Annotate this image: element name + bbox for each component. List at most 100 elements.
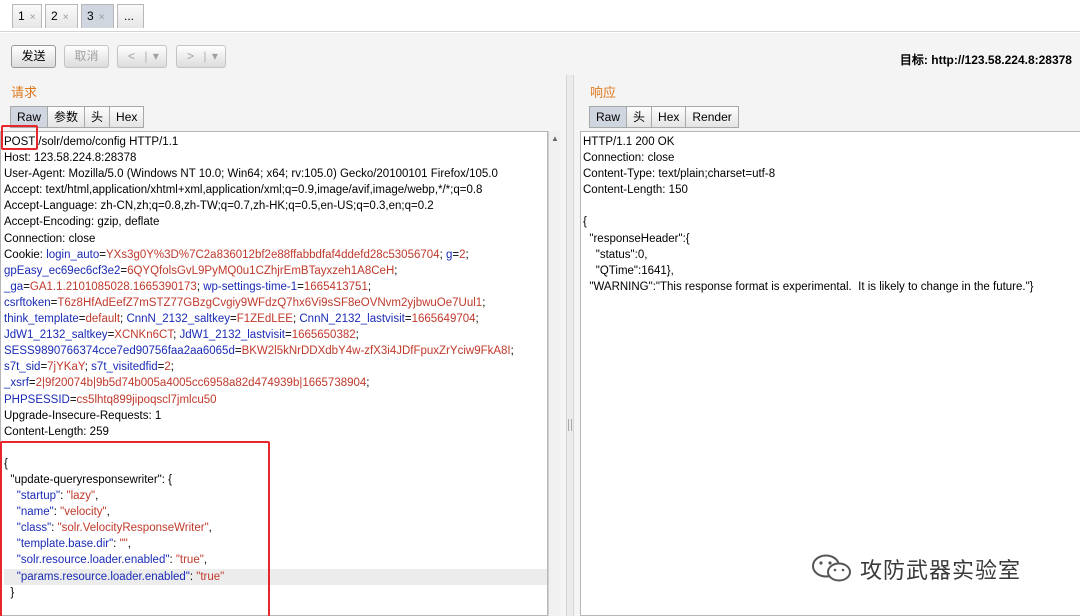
code-line: csrftoken=T6z8HfAdEefZ7mSTZ77GBzgCvgiy9W… [4, 295, 547, 311]
code-line: POST /solr/demo/config HTTP/1.1 [4, 134, 547, 150]
body-highlight-box [0, 441, 270, 616]
param-name: JdW1_2132_saltkey [4, 329, 108, 342]
code-text: ; [465, 248, 469, 261]
code-text: Host: 123.58.224.8:28378 [4, 152, 137, 165]
param-name: think_template [4, 313, 79, 326]
param-value: F1ZEdLEE [236, 313, 293, 326]
param-value: cs5lhtq899jipoqscl7jmlcu50 [76, 393, 217, 406]
param-value: XCNKn6CT [114, 329, 174, 342]
code-text: ; [366, 377, 370, 390]
code-text: ; [170, 361, 174, 374]
code-line: _xsrf=2|9f20074b|9b5d74b005a4005cc6958a8… [4, 375, 547, 391]
scroll-up-icon[interactable]: ▲ [551, 134, 559, 143]
code-text: ; [475, 313, 479, 326]
param-name: _ga [4, 280, 24, 293]
response-panel: 响应 Raw 头 Hex Render HTTP/1.1 200 OK Conne… [574, 75, 1080, 616]
code-line: Accept-Language: zh-CN,zh;q=0.8,zh-TW;q=… [4, 198, 547, 214]
divider-grip-icon[interactable] [568, 419, 572, 431]
code-text: = [78, 313, 86, 326]
code-line: Cookie: login_auto=YXs3g0Y%3D%7C2a836012… [4, 247, 547, 263]
code-line: Connection: close [4, 231, 547, 247]
send-button[interactable]: 发送 [11, 45, 56, 68]
param-value: 1665649704 [411, 313, 476, 326]
code-line: Host: 123.58.224.8:28378 [4, 150, 547, 166]
code-text: { [583, 216, 587, 229]
param-value: 1665650382 [291, 329, 356, 342]
toolbar: 发送 取消 < | ▾ > | ▾ 目标: http://123.58.224.… [0, 33, 1080, 75]
forward-button[interactable]: > | ▾ [176, 45, 226, 68]
code-line: "WARNING":"This response format is exper… [583, 279, 1080, 295]
code-text: "WARNING":"This response format is exper… [583, 280, 1034, 293]
tab-1-close-icon[interactable]: × [30, 12, 36, 23]
back-button[interactable]: < | ▾ [117, 45, 167, 68]
wechat-icon [812, 554, 851, 582]
code-text: = [28, 377, 36, 390]
tab-2-close-icon[interactable]: × [63, 12, 69, 23]
tab-more[interactable]: ... [117, 4, 144, 28]
param-name: CnnN_2132_lastvisit [299, 313, 405, 326]
response-tab-hex[interactable]: Hex [651, 106, 687, 128]
code-line: Content-Length: 150 [583, 182, 1080, 198]
param-value: GA1.1.2101085028.1665390173 [29, 280, 197, 293]
param-name: _xsrf [4, 377, 29, 390]
code-text: "QTime":1641}, [583, 264, 674, 277]
forward-arrow-icon: > [187, 49, 195, 63]
code-line: Content-Length: 259 [4, 424, 547, 440]
code-text: "status":0, [583, 248, 648, 261]
code-text: ; [367, 280, 372, 293]
cancel-button[interactable]: 取消 [64, 45, 109, 68]
tab-3-label: 3 [87, 9, 94, 23]
request-title: 请求 [11, 85, 38, 100]
code-line: JdW1_2132_saltkey = XCNKn6CT; JdW1_2132_la… [4, 327, 547, 343]
request-tab-hex[interactable]: Hex [109, 106, 145, 128]
response-tab-headers[interactable]: 头 [626, 106, 653, 128]
code-text: User-Agent: Mozilla/5.0 (Windows NT 10.0… [4, 168, 498, 181]
code-text: Content-Length: 150 [583, 184, 688, 197]
code-text: = [234, 345, 242, 358]
param-value: 7jYKaY [47, 361, 85, 374]
panel-divider[interactable] [566, 75, 574, 616]
request-tab-headers[interactable]: 头 [84, 106, 111, 128]
param-name: csrftoken [4, 296, 51, 309]
back-arrow-icon: < [128, 49, 136, 63]
code-text: = [404, 313, 412, 326]
response-editor[interactable]: HTTP/1.1 200 OK Connection: close Content-… [580, 131, 1080, 616]
code-text: Connection: close [583, 152, 675, 165]
tab-2[interactable]: 2 × [45, 4, 78, 28]
code-text: HTTP/1.1 200 OK [583, 136, 675, 148]
code-line: User-Agent: Mozilla/5.0 (Windows NT 10.0… [4, 166, 547, 182]
param-value: BKW2l5kNrDDXdbY4w-zfX3i4JDfFpuxZrYciw9Fk… [241, 345, 511, 358]
code-line: _ga=GA1.1.2101085028.1665390173; wp-sett… [4, 279, 547, 295]
param-value: 1665413751 [303, 280, 368, 293]
code-line: SESS9890766374cce7ed90756faa2aa6065d=BKW… [4, 343, 547, 359]
tab-1-label: 1 [18, 9, 25, 23]
code-line: PHPSESSID=cs5lhtq899jipoqscl7jmlcu50 [4, 392, 547, 408]
code-line: Content-Type: text/plain;charset=utf-8 [583, 166, 1080, 182]
tab-3[interactable]: 3 × [81, 4, 114, 28]
code-text: = [99, 248, 106, 261]
param-name: wp-settings-time-1 [203, 280, 298, 293]
tab-3-close-icon[interactable]: × [99, 12, 105, 23]
response-tab-render[interactable]: Render [685, 106, 739, 128]
response-tab-raw[interactable]: Raw [589, 106, 628, 128]
param-name: gpEasy_ec69ec6cf3e2 [4, 264, 121, 277]
code-text: ; [510, 345, 514, 358]
code-text: Cookie: [4, 248, 47, 261]
tab-1[interactable]: 1 × [12, 4, 42, 28]
back-dropdown-icon[interactable]: ▾ [153, 49, 159, 63]
code-text: Accept-Encoding: gzip, deflate [4, 216, 160, 229]
request-scrollbar[interactable]: ▲ [548, 131, 560, 616]
request-tab-params[interactable]: 参数 [47, 106, 86, 128]
forward-dropdown-icon[interactable]: ▾ [212, 49, 218, 63]
request-tab-strip: 1 × 2 × 3 × ... [0, 0, 1080, 32]
code-line: Accept: text/html,application/xhtml+xml,… [4, 182, 547, 198]
param-name: s7t_sid [4, 361, 41, 374]
code-line: "QTime":1641}, [583, 263, 1080, 279]
code-line: "status":0, [583, 247, 1080, 263]
tab-2-label: 2 [51, 9, 58, 23]
code-text: Content-Length: 259 [4, 425, 109, 438]
code-text: = [230, 313, 237, 326]
param-name: SESS9890766374cce7ed90756faa2aa6065d [4, 345, 235, 358]
param-value: 2|9f20074b|9b5d74b005a4005cc6958a82d4749… [35, 377, 367, 390]
